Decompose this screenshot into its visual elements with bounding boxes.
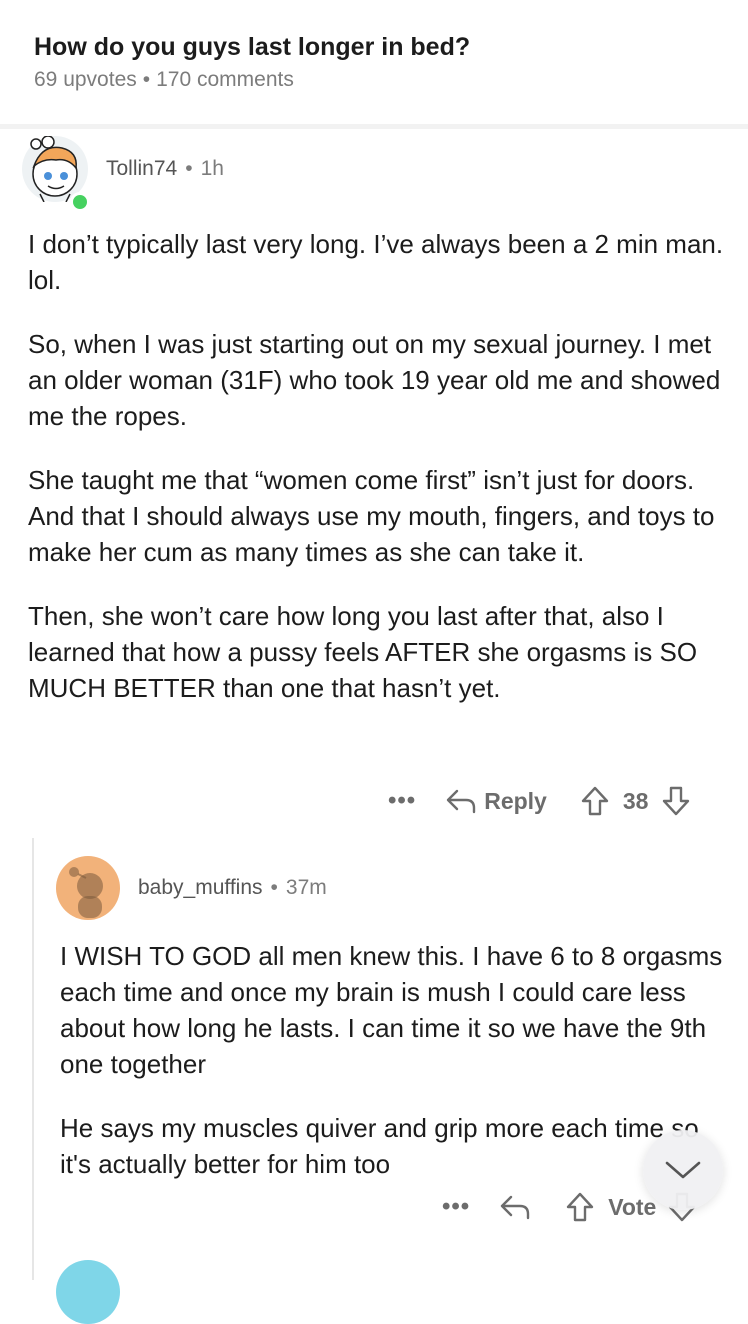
snoo-avatar-icon	[69, 867, 103, 918]
upvote-icon[interactable]	[566, 1192, 594, 1222]
meta-separator: •	[142, 68, 151, 91]
comment-count: 170 comments	[156, 68, 294, 91]
reply-button[interactable]	[500, 1194, 530, 1220]
vote-score: 38	[622, 787, 649, 814]
post-meta: 69 upvotes • 170 comments	[34, 68, 728, 92]
reply-icon	[501, 1195, 530, 1220]
comment-paragraph: I don’t typically last very long. I’ve a…	[28, 229, 724, 295]
avatar[interactable]	[22, 135, 90, 212]
comment-body: I don’t typically last very long. I’ve a…	[28, 226, 728, 734]
online-indicator	[70, 192, 90, 212]
thread-line[interactable]	[32, 838, 34, 1280]
vote-group: 38	[581, 786, 691, 816]
comment-time: 37m	[285, 876, 327, 899]
reply-label: Reply	[484, 787, 547, 814]
post-title[interactable]: How do you guys last longer in bed?	[34, 32, 728, 62]
comment-paragraph: He says my muscles quiver and grip more …	[60, 1113, 699, 1179]
comment-time: 1h	[200, 157, 224, 180]
more-options-button[interactable]: •••	[388, 787, 416, 815]
comment-header: baby_muffins • 37m	[56, 856, 327, 920]
comment-header: Tollin74 • 1h	[22, 135, 224, 212]
avatar[interactable]	[56, 856, 120, 920]
comment-username[interactable]: baby_muffins	[138, 876, 263, 900]
reply-button[interactable]: Reply	[446, 788, 547, 815]
reply-icon	[447, 789, 476, 814]
avatar[interactable]	[56, 1260, 120, 1324]
meta-separator: •	[270, 876, 278, 899]
section-divider	[0, 124, 748, 129]
more-options-button[interactable]: •••	[442, 1193, 470, 1221]
scroll-down-icon	[665, 1161, 701, 1179]
comment-paragraph: Then, she won’t care how long you last a…	[28, 601, 698, 703]
scroll-down-button[interactable]	[643, 1130, 723, 1210]
vote-label: Vote	[608, 1193, 657, 1220]
comment-username[interactable]: Tollin74	[106, 157, 177, 181]
post-header: How do you guys last longer in bed? 69 u…	[34, 32, 728, 92]
comment-body: I WISH TO GOD all men knew this. I have …	[60, 938, 730, 1210]
comment-paragraph: So, when I was just starting out on my s…	[28, 329, 721, 431]
comment-actions: ••• Reply 38	[388, 786, 690, 816]
upvote-icon[interactable]	[581, 786, 609, 816]
downvote-icon[interactable]	[662, 786, 690, 816]
meta-separator: •	[185, 157, 193, 180]
upvote-count: 69 upvotes	[34, 68, 137, 91]
comment-paragraph: She taught me that “women come first” is…	[28, 465, 715, 567]
comment-paragraph: I WISH TO GOD all men knew this. I have …	[60, 941, 723, 1079]
